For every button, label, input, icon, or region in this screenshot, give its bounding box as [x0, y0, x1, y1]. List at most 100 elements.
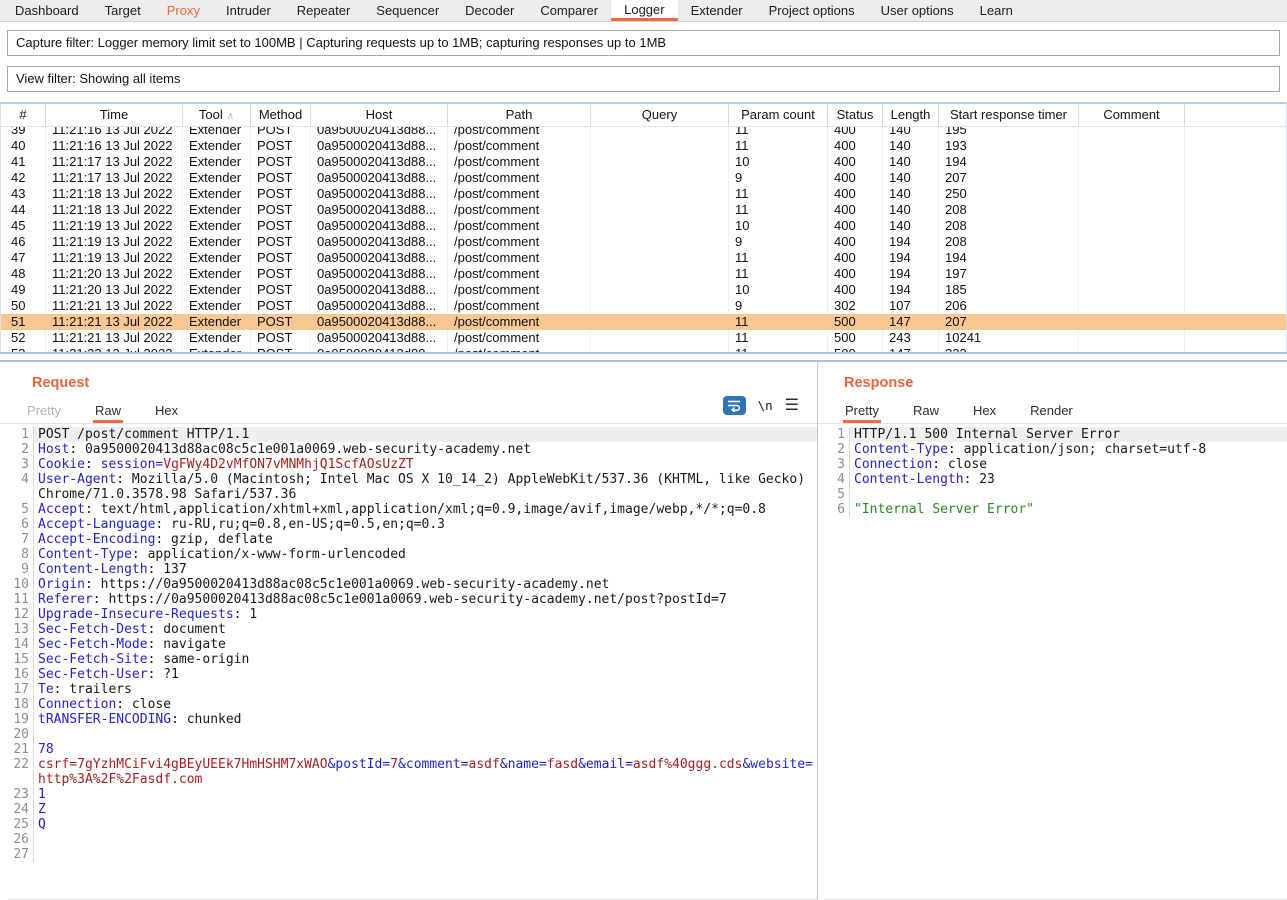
- log-row-45[interactable]: 4511:21:19 13 Jul 2022ExtenderPOST0a9500…: [1, 218, 1286, 234]
- menu-tab-extender[interactable]: Extender: [678, 0, 756, 21]
- cell-length: 140: [883, 126, 939, 138]
- cell-path: /post/comment: [448, 202, 591, 218]
- hamburger-menu-icon[interactable]: ☰: [785, 398, 799, 414]
- cell-status: 400: [828, 154, 883, 170]
- log-row-43[interactable]: 4311:21:18 13 Jul 2022ExtenderPOST0a9500…: [1, 186, 1286, 202]
- menu-tab-decoder[interactable]: Decoder: [452, 0, 527, 21]
- cell-method: POST: [251, 346, 311, 352]
- log-row-46[interactable]: 4611:21:19 13 Jul 2022ExtenderPOST0a9500…: [1, 234, 1286, 250]
- horizontal-splitter[interactable]: [0, 352, 1287, 362]
- line-number: 9: [8, 562, 34, 577]
- cell-path: /post/comment: [448, 266, 591, 282]
- cell-param-count: 11: [729, 266, 828, 282]
- cell-timer: 208: [939, 218, 1079, 234]
- cell-time: 11:21:22 13 Jul 2022: [46, 346, 183, 352]
- menu-tab-logger[interactable]: Logger: [611, 0, 677, 21]
- log-row-39[interactable]: 3911:21:16 13 Jul 2022ExtenderPOST0a9500…: [1, 126, 1286, 138]
- cell-param-count: 9: [729, 234, 828, 250]
- column-header-start-response-timer[interactable]: Start response timer: [939, 104, 1079, 126]
- menu-tab-repeater[interactable]: Repeater: [284, 0, 363, 21]
- column-header-path[interactable]: Path: [448, 104, 591, 126]
- log-row-41[interactable]: 4111:21:17 13 Jul 2022ExtenderPOST0a9500…: [1, 154, 1286, 170]
- log-row-51[interactable]: 5111:21:21 13 Jul 2022ExtenderPOST0a9500…: [1, 314, 1286, 330]
- log-row-50[interactable]: 5011:21:21 13 Jul 2022ExtenderPOST0a9500…: [1, 298, 1286, 314]
- log-row-49[interactable]: 4911:21:20 13 Jul 2022ExtenderPOST0a9500…: [1, 282, 1286, 298]
- log-row-48[interactable]: 4811:21:20 13 Jul 2022ExtenderPOST0a9500…: [1, 266, 1286, 282]
- response-tab-raw[interactable]: Raw: [911, 403, 941, 423]
- cell-length: 243: [883, 330, 939, 346]
- code-line: 5: [824, 487, 1287, 502]
- line-number: 25: [8, 817, 34, 832]
- log-row-42[interactable]: 4211:21:17 13 Jul 2022ExtenderPOST0a9500…: [1, 170, 1286, 186]
- cell-host: 0a9500020413d88...: [311, 154, 448, 170]
- cell-time: 11:21:20 13 Jul 2022: [46, 266, 183, 282]
- cell-host: 0a9500020413d88...: [311, 346, 448, 352]
- column-header-tool[interactable]: Tool∧: [183, 104, 251, 126]
- cell-path: /post/comment: [448, 250, 591, 266]
- logger-table-body[interactable]: 3911:21:16 13 Jul 2022ExtenderPOST0a9500…: [1, 126, 1286, 352]
- request-tab-raw[interactable]: Raw: [93, 403, 123, 423]
- response-tab-hex[interactable]: Hex: [971, 403, 998, 423]
- column-header-length[interactable]: Length: [883, 104, 939, 126]
- menu-tab-dashboard[interactable]: Dashboard: [2, 0, 92, 21]
- request-tab-pretty[interactable]: Pretty: [25, 403, 63, 423]
- cell-num: 46: [1, 234, 46, 250]
- cell-timer: 206: [939, 298, 1079, 314]
- menu-tab-project-options[interactable]: Project options: [756, 0, 868, 21]
- log-row-52[interactable]: 5211:21:21 13 Jul 2022ExtenderPOST0a9500…: [1, 330, 1286, 346]
- menu-tab-learn[interactable]: Learn: [967, 0, 1026, 21]
- column-header-param-count[interactable]: Param count: [729, 104, 828, 126]
- cell-path: /post/comment: [448, 234, 591, 250]
- cell-tool: Extender: [183, 138, 251, 154]
- menu-tab-target[interactable]: Target: [92, 0, 154, 21]
- cell-path: /post/comment: [448, 314, 591, 330]
- menu-tab-sequencer[interactable]: Sequencer: [363, 0, 452, 21]
- response-tab-render[interactable]: Render: [1028, 403, 1075, 423]
- cell-method: POST: [251, 282, 311, 298]
- line-number: 3: [824, 457, 850, 472]
- cell-query: [591, 250, 729, 266]
- menu-tab-user-options[interactable]: User options: [868, 0, 967, 21]
- response-panel: Response PrettyRawHexRender 1HTTP/1.1 50…: [818, 362, 1287, 900]
- cell-timer: 223: [939, 346, 1079, 352]
- column-header-comment[interactable]: Comment: [1079, 104, 1185, 126]
- log-row-44[interactable]: 4411:21:18 13 Jul 2022ExtenderPOST0a9500…: [1, 202, 1286, 218]
- cell-status: 302: [828, 298, 883, 314]
- log-row-53[interactable]: 5311:21:22 13 Jul 2022ExtenderPOST0a9500…: [1, 346, 1286, 352]
- code-line: 1HTTP/1.1 500 Internal Server Error: [824, 427, 1287, 442]
- line-number: 7: [8, 532, 34, 547]
- log-row-40[interactable]: 4011:21:16 13 Jul 2022ExtenderPOST0a9500…: [1, 138, 1286, 154]
- column-header-query[interactable]: Query: [591, 104, 729, 126]
- code-line: 3Connection: close: [824, 457, 1287, 472]
- request-tab-hex[interactable]: Hex: [153, 403, 180, 423]
- column-header-method[interactable]: Method: [251, 104, 311, 126]
- cell-tool: Extender: [183, 282, 251, 298]
- word-wrap-toggle-icon[interactable]: [723, 396, 746, 415]
- cell-num: 40: [1, 138, 46, 154]
- log-row-47[interactable]: 4711:21:19 13 Jul 2022ExtenderPOST0a9500…: [1, 250, 1286, 266]
- response-tab-pretty[interactable]: Pretty: [843, 403, 881, 423]
- column-header-time[interactable]: Time: [46, 104, 183, 126]
- cell-param-count: 11: [729, 346, 828, 352]
- menu-tab-intruder[interactable]: Intruder: [213, 0, 284, 21]
- column-header-host[interactable]: Host: [311, 104, 448, 126]
- view-filter-bar[interactable]: View filter: Showing all items: [7, 66, 1280, 92]
- column-header-[interactable]: #: [1, 104, 46, 126]
- menu-tab-comparer[interactable]: Comparer: [527, 0, 611, 21]
- menu-tab-proxy[interactable]: Proxy: [154, 0, 213, 21]
- cell-length: 147: [883, 346, 939, 352]
- column-header-status[interactable]: Status: [828, 104, 883, 126]
- capture-filter-bar[interactable]: Capture filter: Logger memory limit set …: [7, 30, 1280, 56]
- request-editor[interactable]: 1POST /post/comment HTTP/1.12Host: 0a950…: [8, 427, 817, 900]
- cell-query: [591, 298, 729, 314]
- line-number: 26: [8, 832, 34, 847]
- newline-toggle[interactable]: \n: [758, 398, 773, 413]
- cell-status: 400: [828, 186, 883, 202]
- cell-num: 48: [1, 266, 46, 282]
- line-number: 24: [8, 802, 34, 817]
- cell-query: [591, 330, 729, 346]
- code-line: 20: [8, 727, 817, 742]
- request-view-controls: \n ☰: [723, 396, 799, 415]
- line-number: 23: [8, 787, 34, 802]
- response-editor[interactable]: 1HTTP/1.1 500 Internal Server Error2Cont…: [824, 427, 1287, 900]
